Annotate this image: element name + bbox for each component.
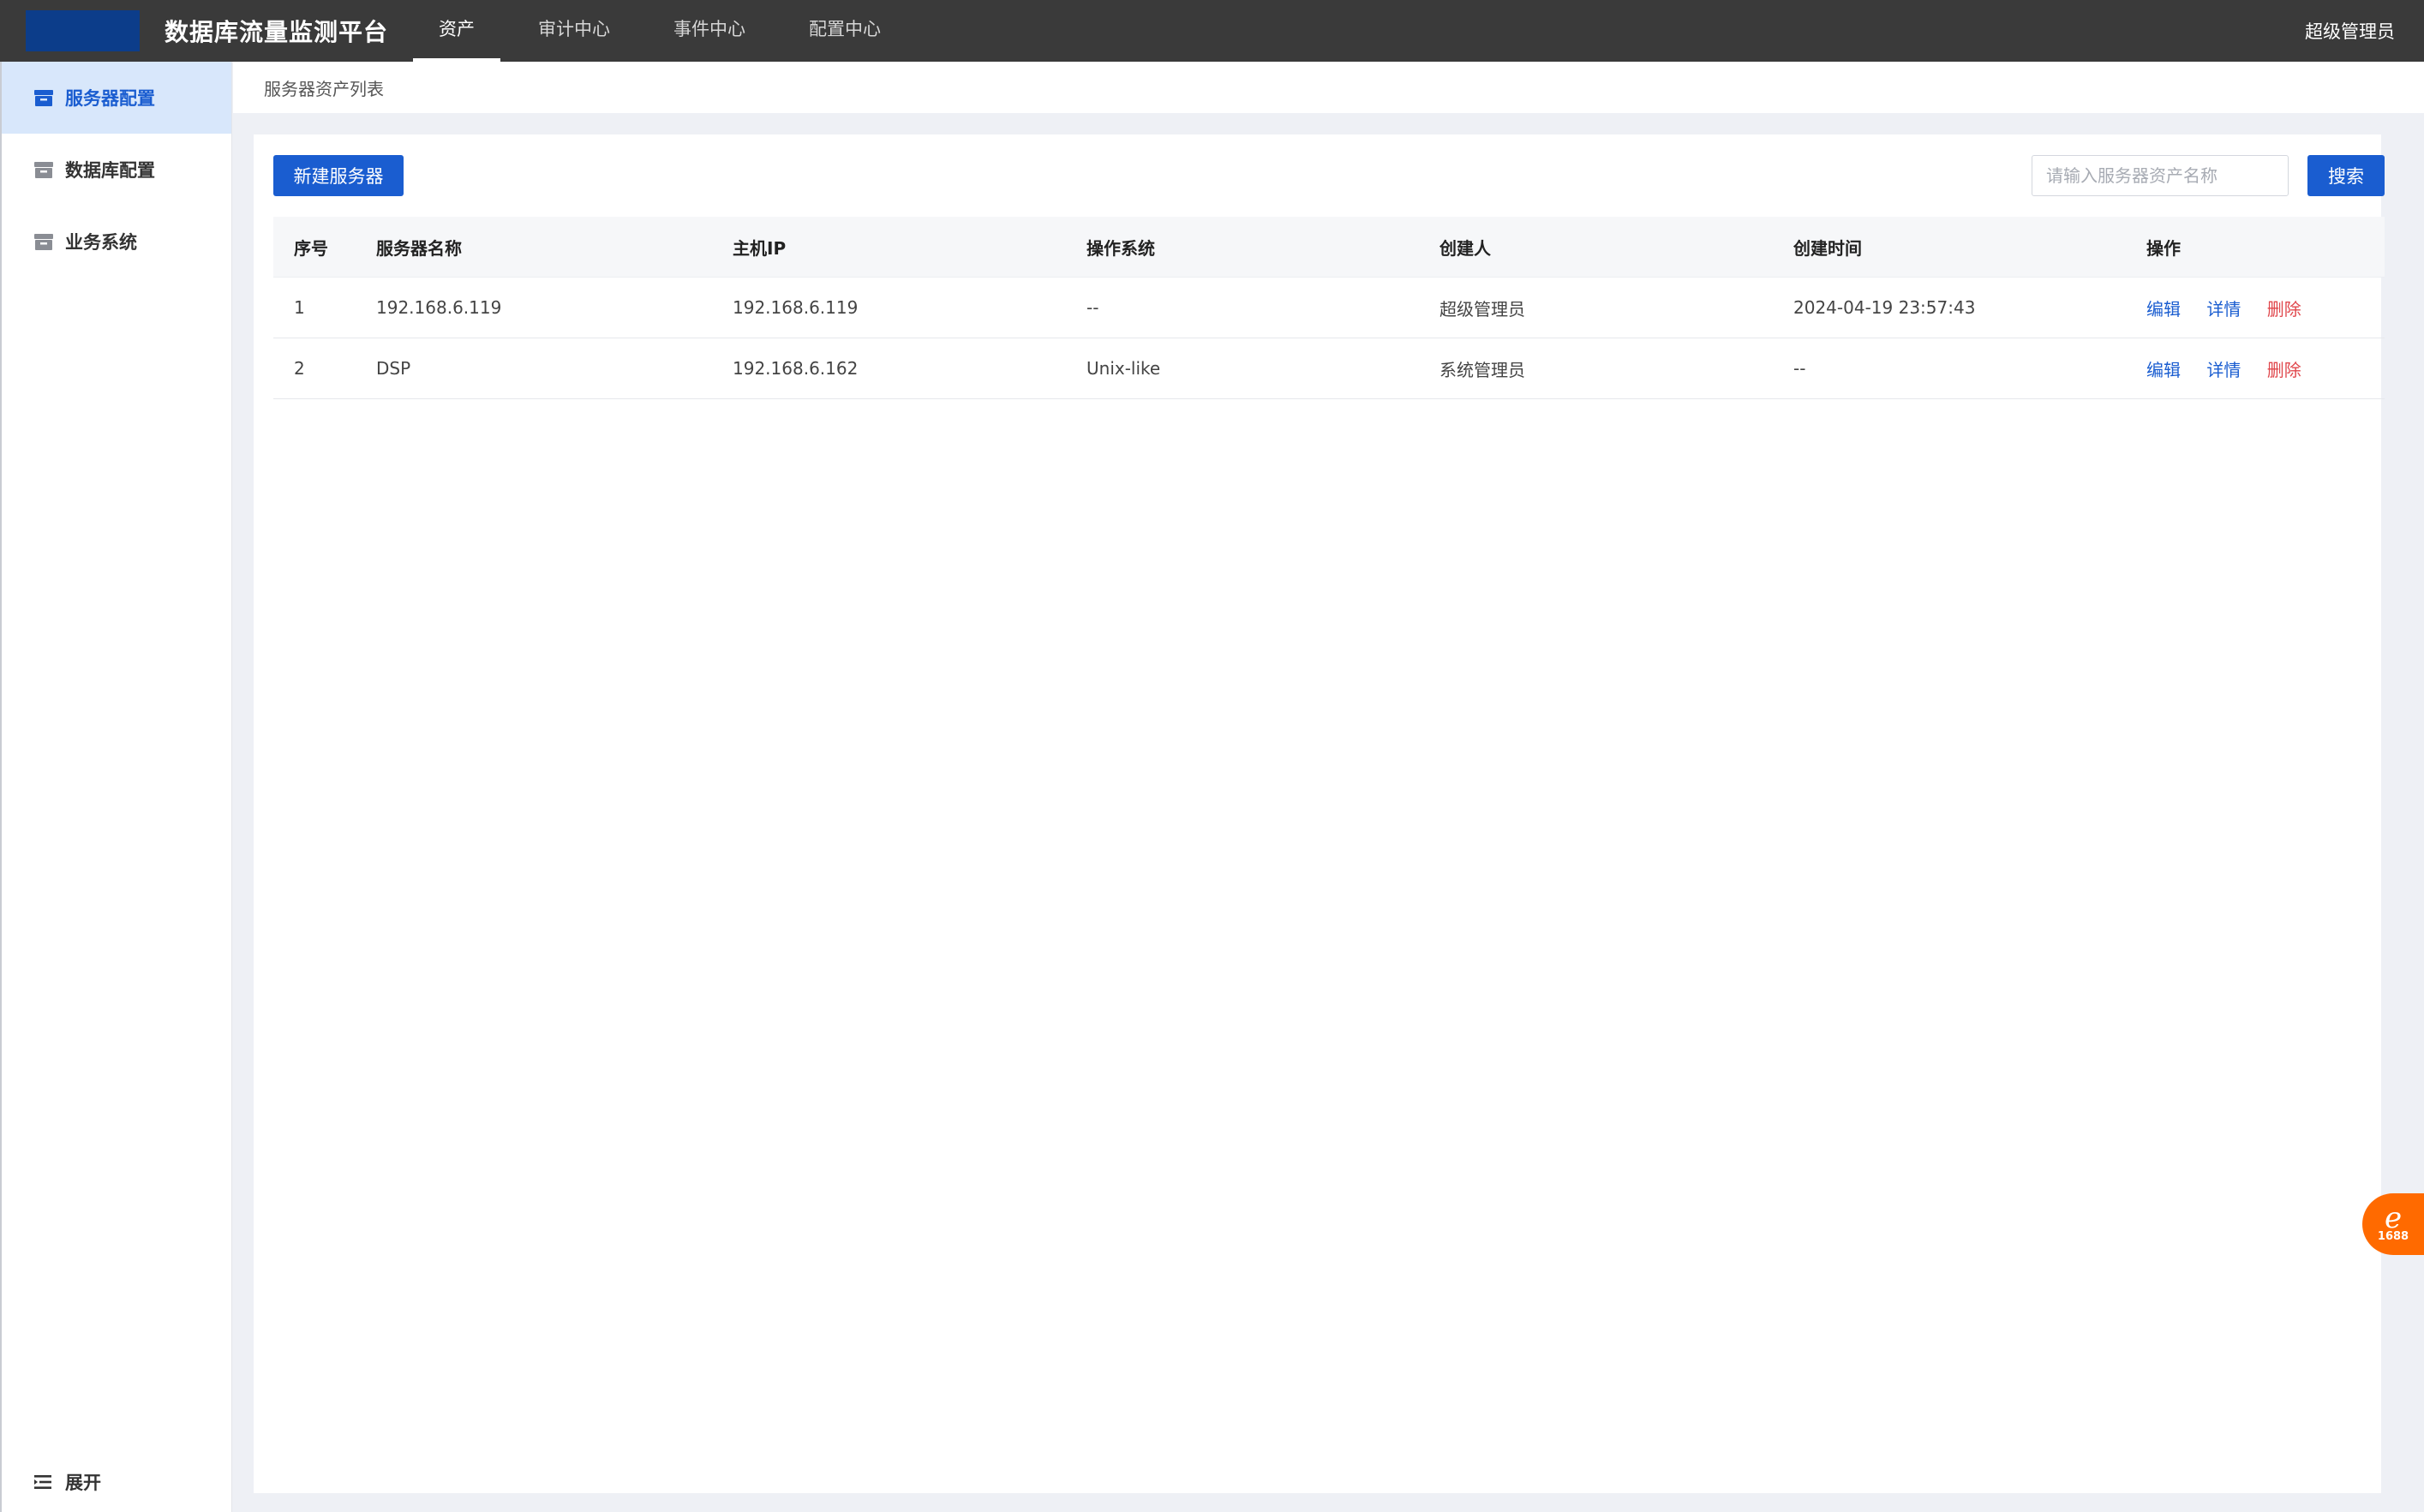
row-index: 1 <box>294 297 305 318</box>
top-bar: 数据库流量监测平台 资产 审计中心 事件中心 配置中心 超级管理员 <box>0 0 2424 62</box>
sidebar-item-server-config[interactable]: 服务器配置 <box>2 62 231 134</box>
operating-system: Unix-like <box>1086 358 1161 379</box>
nav-tab-config-center[interactable]: 配置中心 <box>783 0 907 62</box>
breadcrumb: 服务器资产列表 <box>264 79 384 99</box>
logo[interactable] <box>26 10 140 51</box>
sidebar-expand-toggle[interactable]: 展开 <box>33 1469 101 1495</box>
host-ip: 192.168.6.119 <box>733 297 859 318</box>
sidebar-item-label: 数据库配置 <box>65 160 155 181</box>
top-nav: 资产 审计中心 事件中心 配置中心 <box>413 0 919 62</box>
column-header: 主机IP <box>733 237 787 259</box>
archive-box-icon <box>34 234 53 250</box>
delete-link[interactable]: 删除 <box>2267 360 2301 380</box>
server-name: 192.168.6.119 <box>376 297 502 318</box>
table-row: 2 DSP 192.168.6.162 Unix-like 系统管理员 -- 编… <box>273 338 2385 399</box>
archive-box-icon <box>34 162 53 178</box>
server-table: 序号 服务器名称 主机IP 操作系统 创建人 创建时间 操作 1 192.168… <box>273 217 2385 399</box>
app-title: 数据库流量监测平台 <box>165 18 389 46</box>
search-input[interactable] <box>2032 155 2289 196</box>
sidebar-item-label: 服务器配置 <box>65 88 155 109</box>
expand-label: 展开 <box>65 1473 101 1493</box>
search-button[interactable]: 搜索 <box>2307 155 2385 196</box>
row-actions: 编辑 详情 删除 <box>2126 356 2385 381</box>
nav-tab-event-center[interactable]: 事件中心 <box>648 0 771 62</box>
breadcrumb-bar: 服务器资产列表 <box>233 62 2424 113</box>
badge-text: 1688 <box>2377 1230 2409 1243</box>
server-name: DSP <box>376 358 411 379</box>
column-header: 创建时间 <box>1793 237 1862 259</box>
table-row: 1 192.168.6.119 192.168.6.119 -- 超级管理员 2… <box>273 278 2385 338</box>
menu-expand-icon <box>34 1475 51 1489</box>
main-panel: 新建服务器 搜索 序号 服务器名称 主机IP 操作系统 创建人 创建时间 操作 … <box>254 134 2385 1493</box>
nav-tab-audit-center[interactable]: 审计中心 <box>512 0 636 62</box>
creator: 超级管理员 <box>1439 298 1525 320</box>
sidebar-item-database-config[interactable]: 数据库配置 <box>2 134 231 206</box>
sidebar: 服务器配置 数据库配置 业务系统 展开 <box>0 62 232 1512</box>
edit-link[interactable]: 编辑 <box>2146 360 2181 380</box>
created-time: -- <box>1793 358 1806 379</box>
nav-tab-assets[interactable]: 资产 <box>413 0 500 62</box>
detail-link[interactable]: 详情 <box>2206 299 2241 320</box>
creator: 系统管理员 <box>1439 359 1525 380</box>
delete-link[interactable]: 删除 <box>2267 299 2301 320</box>
table-header: 序号 服务器名称 主机IP 操作系统 创建人 创建时间 操作 <box>273 217 2385 278</box>
edit-link[interactable]: 编辑 <box>2146 299 2181 320</box>
column-header: 操作系统 <box>1086 237 1155 259</box>
column-header: 序号 <box>294 237 328 259</box>
column-header: 服务器名称 <box>376 237 462 259</box>
column-header: 创建人 <box>1439 237 1491 259</box>
column-header: 操作 <box>2146 237 2181 259</box>
1688-assistant-badge[interactable]: e 1688 <box>2362 1193 2424 1255</box>
new-server-button[interactable]: 新建服务器 <box>273 155 404 196</box>
row-actions: 编辑 详情 删除 <box>2126 296 2385 320</box>
detail-link[interactable]: 详情 <box>2206 360 2241 380</box>
sidebar-item-label: 业务系统 <box>65 232 137 253</box>
user-menu[interactable]: 超级管理员 <box>2305 0 2395 62</box>
row-index: 2 <box>294 358 305 379</box>
operating-system: -- <box>1086 297 1099 318</box>
1688-logo-icon: e <box>2384 1201 2403 1235</box>
host-ip: 192.168.6.162 <box>733 358 859 379</box>
archive-box-icon <box>34 90 53 106</box>
created-time: 2024-04-19 23:57:43 <box>1793 297 1976 318</box>
sidebar-item-business-system[interactable]: 业务系统 <box>2 206 231 278</box>
